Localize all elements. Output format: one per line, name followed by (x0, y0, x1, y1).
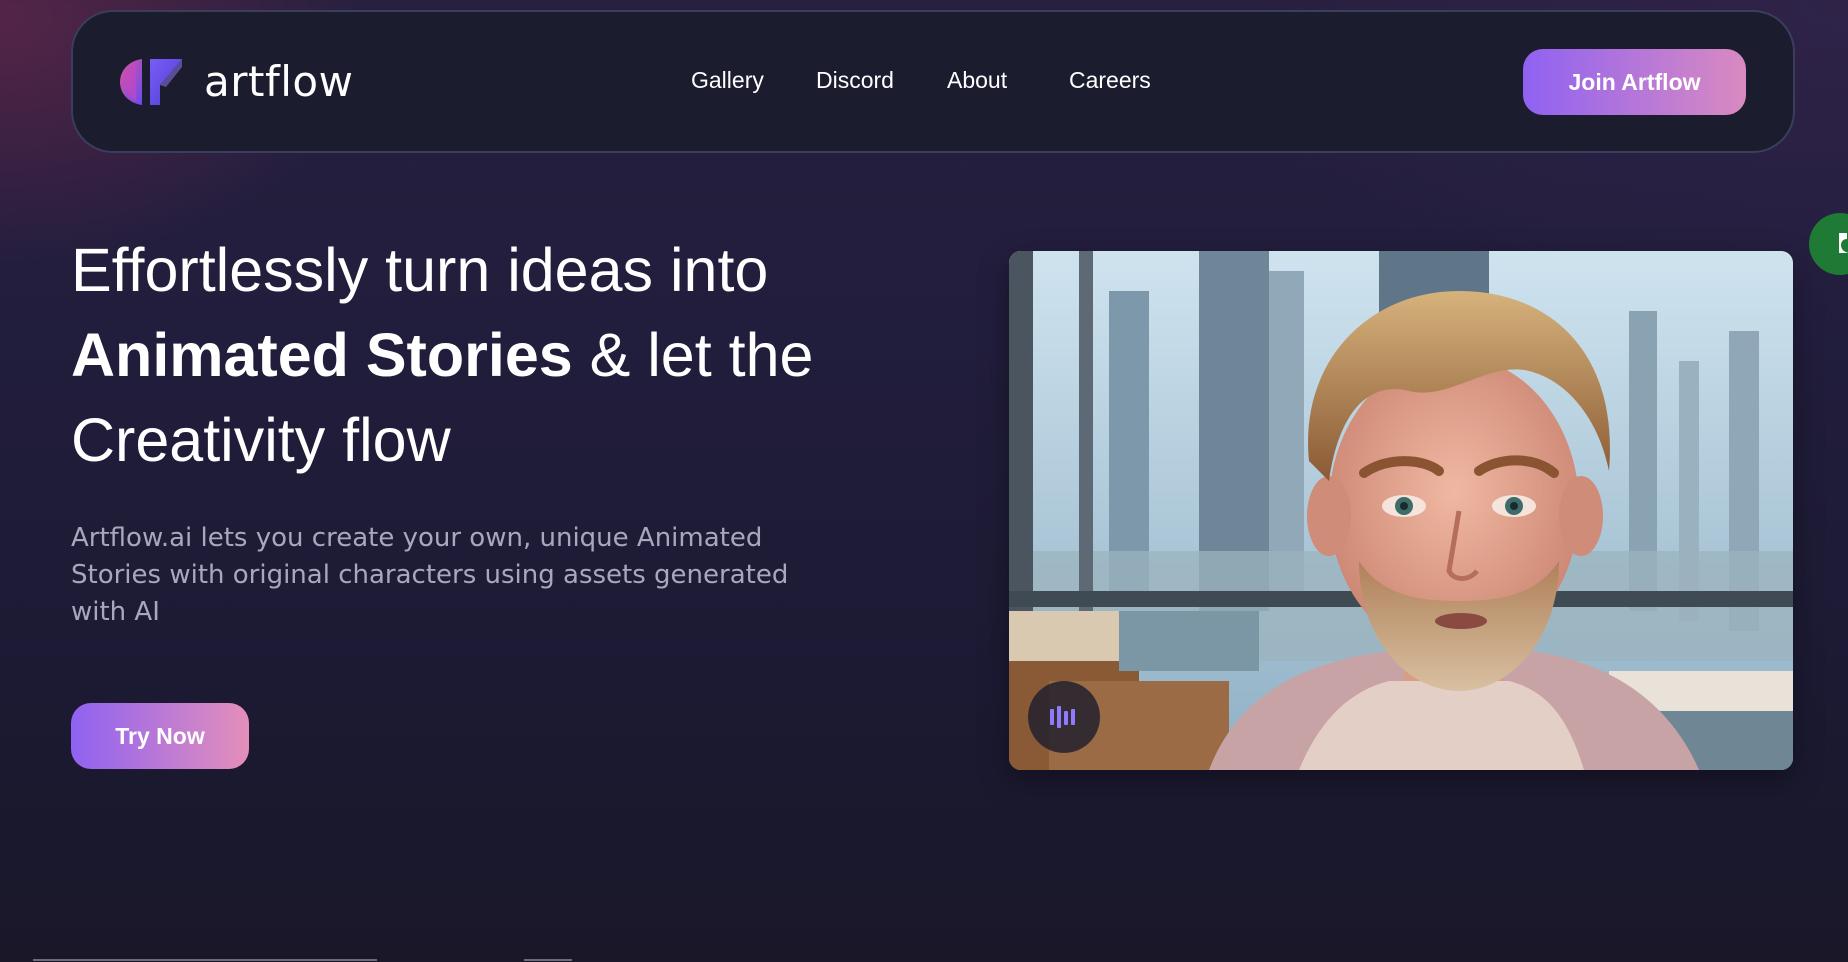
bottom-divider-short (524, 959, 572, 961)
headline-line-2-rest: & let the (572, 321, 814, 389)
side-chat-widget[interactable] (1809, 213, 1848, 275)
join-artflow-button[interactable]: Join Artflow (1523, 49, 1746, 115)
headline-strong: Animated Stories (71, 321, 573, 389)
top-navbar: artflow Gallery Discord About Careers Jo… (71, 10, 1795, 153)
nav-link-discord[interactable]: Discord (816, 67, 894, 95)
bottom-divider (33, 959, 377, 961)
headline-line-3: Creativity flow (71, 406, 451, 474)
audio-bars-icon (1050, 706, 1075, 728)
try-now-button[interactable]: Try Now (71, 703, 249, 769)
widget-icon (1839, 233, 1848, 253)
hero-headline: Effortlessly turn ideas into Animated St… (71, 228, 871, 483)
video-frame-image (1009, 251, 1793, 770)
nav-link-about[interactable]: About (947, 67, 1007, 95)
headline-line-1: Effortlessly turn ideas into (71, 236, 769, 304)
headline-line-2: Animated Stories & let the (71, 313, 871, 398)
hero-subtext: Artflow.ai lets you create your own, uni… (71, 523, 789, 627)
audio-toggle-button[interactable] (1028, 681, 1100, 753)
nav-link-gallery[interactable]: Gallery (691, 67, 764, 95)
hero-video[interactable] (1009, 251, 1793, 770)
nav-link-careers[interactable]: Careers (1069, 67, 1151, 95)
